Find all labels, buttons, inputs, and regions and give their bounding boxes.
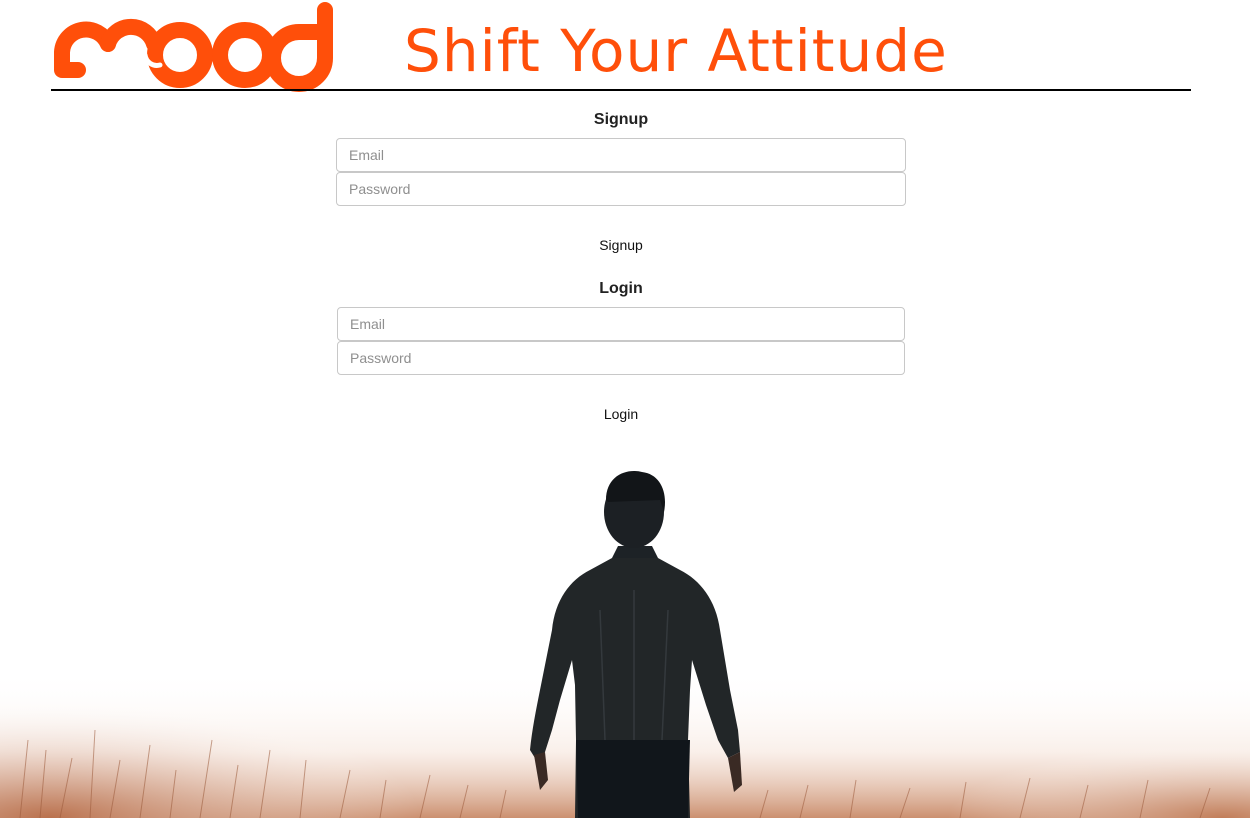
signup-button[interactable]: Signup — [591, 233, 651, 257]
header-divider — [51, 89, 1191, 91]
mood-logo — [54, 2, 333, 92]
login-email-input[interactable] — [337, 307, 905, 341]
signup-form: Signup Signup — [336, 109, 906, 257]
login-button[interactable]: Login — [596, 402, 646, 426]
login-form: Login Login — [337, 278, 905, 426]
login-title: Login — [599, 280, 643, 297]
signup-password-input[interactable] — [336, 172, 906, 206]
hero-image — [0, 471, 1250, 818]
signup-email-input[interactable] — [336, 138, 906, 172]
signup-title: Signup — [593, 111, 649, 128]
login-password-input[interactable] — [337, 341, 905, 375]
page-header: Shift Your Attitude — [0, 0, 1250, 95]
tagline: Shift Your Attitude — [404, 17, 948, 85]
